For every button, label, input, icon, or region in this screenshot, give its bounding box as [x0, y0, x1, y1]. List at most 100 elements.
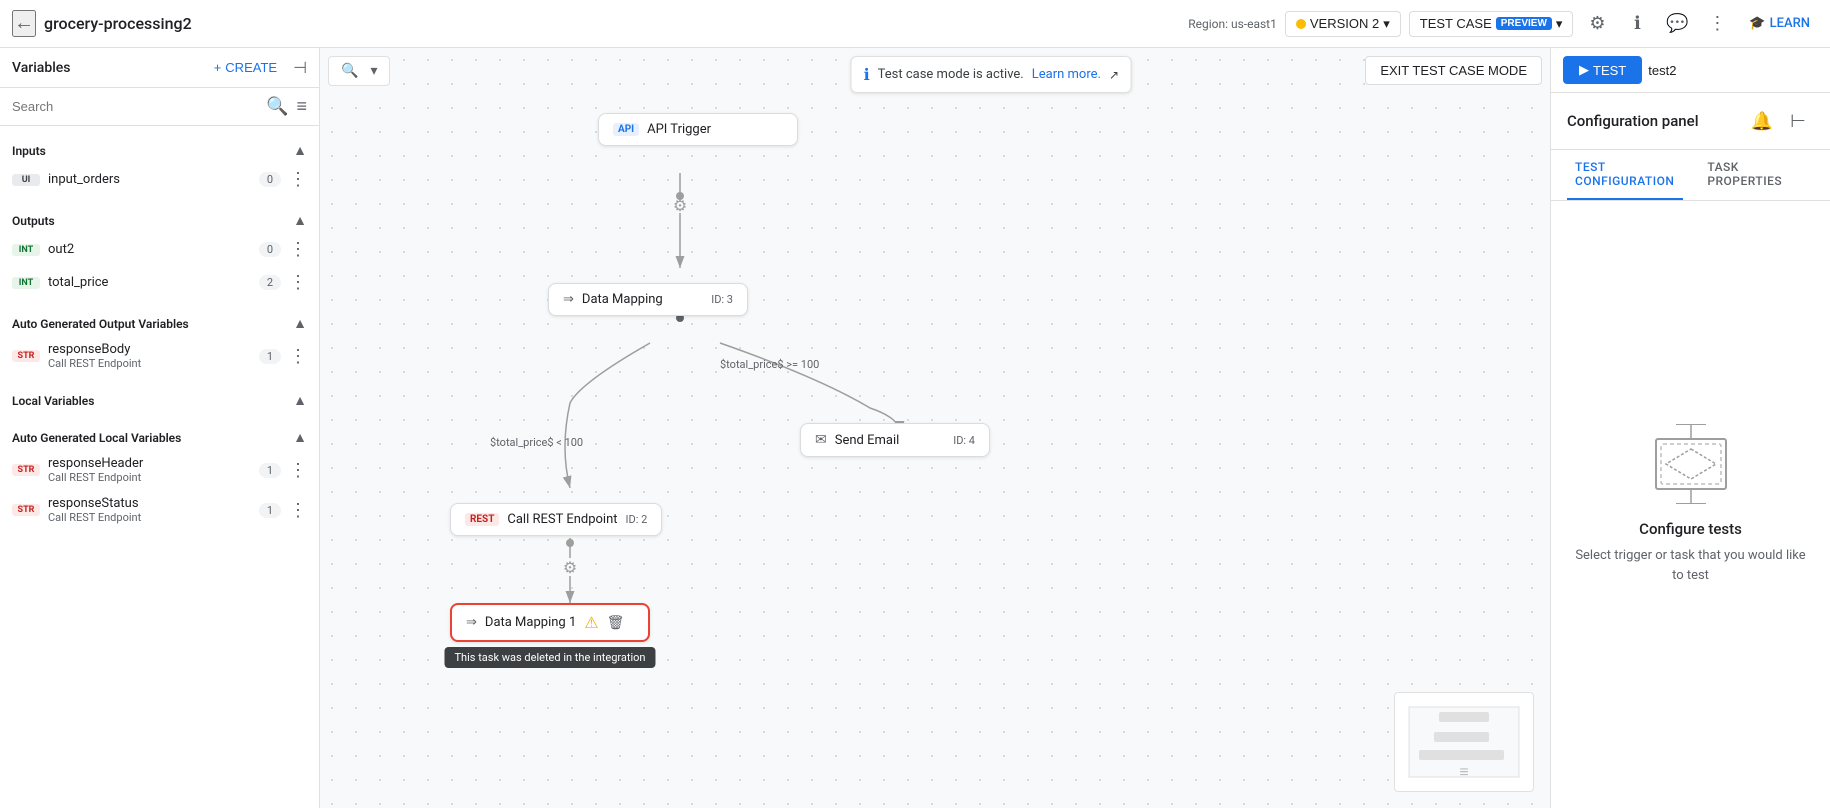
- plus-icon: +: [214, 60, 222, 75]
- expand-button[interactable]: ⊢: [1782, 105, 1814, 137]
- preview-badge: PREVIEW: [1496, 17, 1552, 30]
- var-name: total_price: [48, 275, 251, 290]
- deleted-tooltip: This task was deleted in the integration: [444, 647, 655, 668]
- auto-local-title: Auto Generated Local Variables: [12, 431, 181, 445]
- collapse-icon[interactable]: ⊣: [293, 58, 307, 77]
- more-icon[interactable]: ⋮: [289, 272, 307, 293]
- info-icon: ℹ: [864, 65, 870, 84]
- outputs-section-title: Outputs: [12, 214, 55, 228]
- list-item[interactable]: INT out2 0 ⋮: [0, 233, 319, 266]
- canvas-area[interactable]: 🔍 ▾ ℹ Test case mode is active. Learn mo…: [320, 48, 1550, 808]
- more-button[interactable]: ⋮: [1701, 8, 1733, 40]
- more-icon[interactable]: ⋮: [289, 460, 307, 481]
- auto-local-section-header[interactable]: Auto Generated Local Variables ▲: [0, 421, 319, 450]
- var-sub: Call REST Endpoint: [48, 511, 251, 524]
- delete-icon[interactable]: 🗑: [607, 615, 625, 631]
- call-rest-node[interactable]: REST Call REST Endpoint ID: 2: [450, 503, 662, 536]
- learn-button[interactable]: 🎓 LEARN: [1741, 12, 1818, 35]
- graduation-icon: 🎓: [1749, 16, 1765, 31]
- type-badge-str: STR: [12, 464, 40, 476]
- list-item[interactable]: STR responseStatus Call REST Endpoint 1 …: [0, 490, 319, 530]
- right-panel-header: Configuration panel 🔔 ⊢: [1551, 93, 1830, 150]
- var-name: responseStatus: [48, 496, 251, 511]
- more-icon[interactable]: ⋮: [289, 169, 307, 190]
- create-button[interactable]: + CREATE: [206, 56, 285, 79]
- send-email-label: Send Email: [835, 433, 900, 448]
- data-mapping-node[interactable]: ⇒ Data Mapping ID: 3: [548, 283, 748, 316]
- zoom-arrow-icon: ▾: [366, 61, 381, 81]
- var-name: responseBody: [48, 342, 251, 357]
- exit-test-case-button[interactable]: EXIT TEST CASE MODE: [1365, 56, 1542, 85]
- outputs-section-header[interactable]: Outputs ▲: [0, 204, 319, 233]
- top-header: ← grocery-processing2 Region: us-east1 V…: [0, 0, 1830, 48]
- type-badge-int: INT: [12, 277, 40, 289]
- configure-title: Configure tests: [1639, 520, 1742, 538]
- sidebar-header: Variables + CREATE ⊣: [0, 48, 319, 88]
- local-collapse-icon: ▲: [293, 392, 307, 409]
- list-item[interactable]: STR responseHeader Call REST Endpoint 1 …: [0, 450, 319, 490]
- search-input[interactable]: [12, 99, 258, 114]
- mapping-icon: ⇒: [563, 292, 574, 307]
- search-bar: 🔍 ≡: [0, 88, 319, 126]
- inputs-section-header[interactable]: Inputs ▲: [0, 134, 319, 163]
- learn-link[interactable]: Learn more.: [1032, 67, 1101, 82]
- bell-button[interactable]: 🔔: [1746, 105, 1778, 137]
- data-mapping-1-node[interactable]: ⇒ Data Mapping 1 ⚠ 🗑 This task was delet…: [450, 603, 650, 642]
- chevron-down-icon-2: ▾: [1556, 16, 1563, 32]
- auto-output-title: Auto Generated Output Variables: [12, 317, 189, 331]
- test-btn-label: TEST: [1593, 63, 1626, 78]
- settings-button[interactable]: ⚙: [1581, 8, 1613, 40]
- version-dot: [1296, 19, 1306, 29]
- call-rest-label: Call REST Endpoint: [507, 512, 617, 527]
- config-panel-title: Configuration panel: [1567, 112, 1699, 130]
- external-link-icon: ↗: [1109, 68, 1119, 82]
- chat-button[interactable]: 💬: [1661, 8, 1693, 40]
- info-text: Test case mode is active.: [878, 67, 1024, 82]
- list-item[interactable]: INT total_price 2 ⋮: [0, 266, 319, 299]
- region-label: Region: us-east1: [1188, 17, 1277, 31]
- test-name-input[interactable]: [1648, 63, 1824, 78]
- node-id-2: ID: 2: [626, 513, 648, 526]
- mapping-icon-1: ⇒: [466, 615, 477, 630]
- test-case-button[interactable]: TEST CASE PREVIEW ▾: [1409, 11, 1574, 37]
- configure-sub: Select trigger or task that you would li…: [1575, 546, 1806, 585]
- data-mapping-1-label: Data Mapping 1: [485, 615, 576, 630]
- local-section-header[interactable]: Local Variables ▲: [0, 384, 319, 413]
- more-icon[interactable]: ⋮: [289, 346, 307, 367]
- email-icon: ✉: [815, 432, 827, 448]
- api-badge: API: [613, 123, 639, 136]
- var-count: 0: [259, 242, 281, 257]
- var-sub: Call REST Endpoint: [48, 471, 251, 484]
- test-case-label: TEST CASE: [1420, 16, 1492, 31]
- auto-output-section-header[interactable]: Auto Generated Output Variables ▲: [0, 307, 319, 336]
- canvas-toolbar: 🔍 ▾: [328, 56, 390, 86]
- info-button[interactable]: ℹ: [1621, 8, 1653, 40]
- type-badge-ui: UI: [12, 174, 40, 186]
- tab-task-properties[interactable]: TASK PROPERTIES: [1699, 150, 1798, 200]
- sidebar: Variables + CREATE ⊣ 🔍 ≡ Inputs ▲ UI inp…: [0, 48, 320, 808]
- zoom-in-button[interactable]: 🔍: [337, 61, 362, 81]
- local-section-title: Local Variables: [12, 394, 94, 408]
- main-layout: Variables + CREATE ⊣ 🔍 ≡ Inputs ▲ UI inp…: [0, 48, 1830, 808]
- type-badge-str: STR: [12, 504, 40, 516]
- tab-test-configuration[interactable]: TEST CONFIGURATION: [1567, 150, 1683, 200]
- list-item[interactable]: STR responseBody Call REST Endpoint 1 ⋮: [0, 336, 319, 376]
- more-icon[interactable]: ⋮: [289, 500, 307, 521]
- learn-label: LEARN: [1770, 16, 1810, 31]
- more-icon[interactable]: ⋮: [289, 239, 307, 260]
- api-trigger-label: API Trigger: [647, 122, 711, 137]
- var-name: input_orders: [48, 172, 251, 187]
- header-right: Region: us-east1 VERSION 2 ▾ TEST CASE P…: [1188, 8, 1818, 40]
- back-button[interactable]: ←: [12, 10, 36, 37]
- type-badge-int: INT: [12, 244, 40, 256]
- var-count: 0: [259, 172, 281, 187]
- list-item[interactable]: UI input_orders 0 ⋮: [0, 163, 319, 196]
- inputs-collapse-icon: ▲: [293, 142, 307, 159]
- configure-tests: Configure tests Select trigger or task t…: [1551, 201, 1830, 808]
- test-run-button[interactable]: ▶ TEST: [1563, 56, 1642, 84]
- version-button[interactable]: VERSION 2 ▾: [1285, 11, 1401, 37]
- send-email-node[interactable]: ✉ Send Email ID: 4: [800, 423, 990, 457]
- warning-icon: ⚠: [584, 613, 598, 632]
- filter-icon[interactable]: ≡: [296, 96, 307, 117]
- api-trigger-node[interactable]: API API Trigger: [598, 113, 798, 146]
